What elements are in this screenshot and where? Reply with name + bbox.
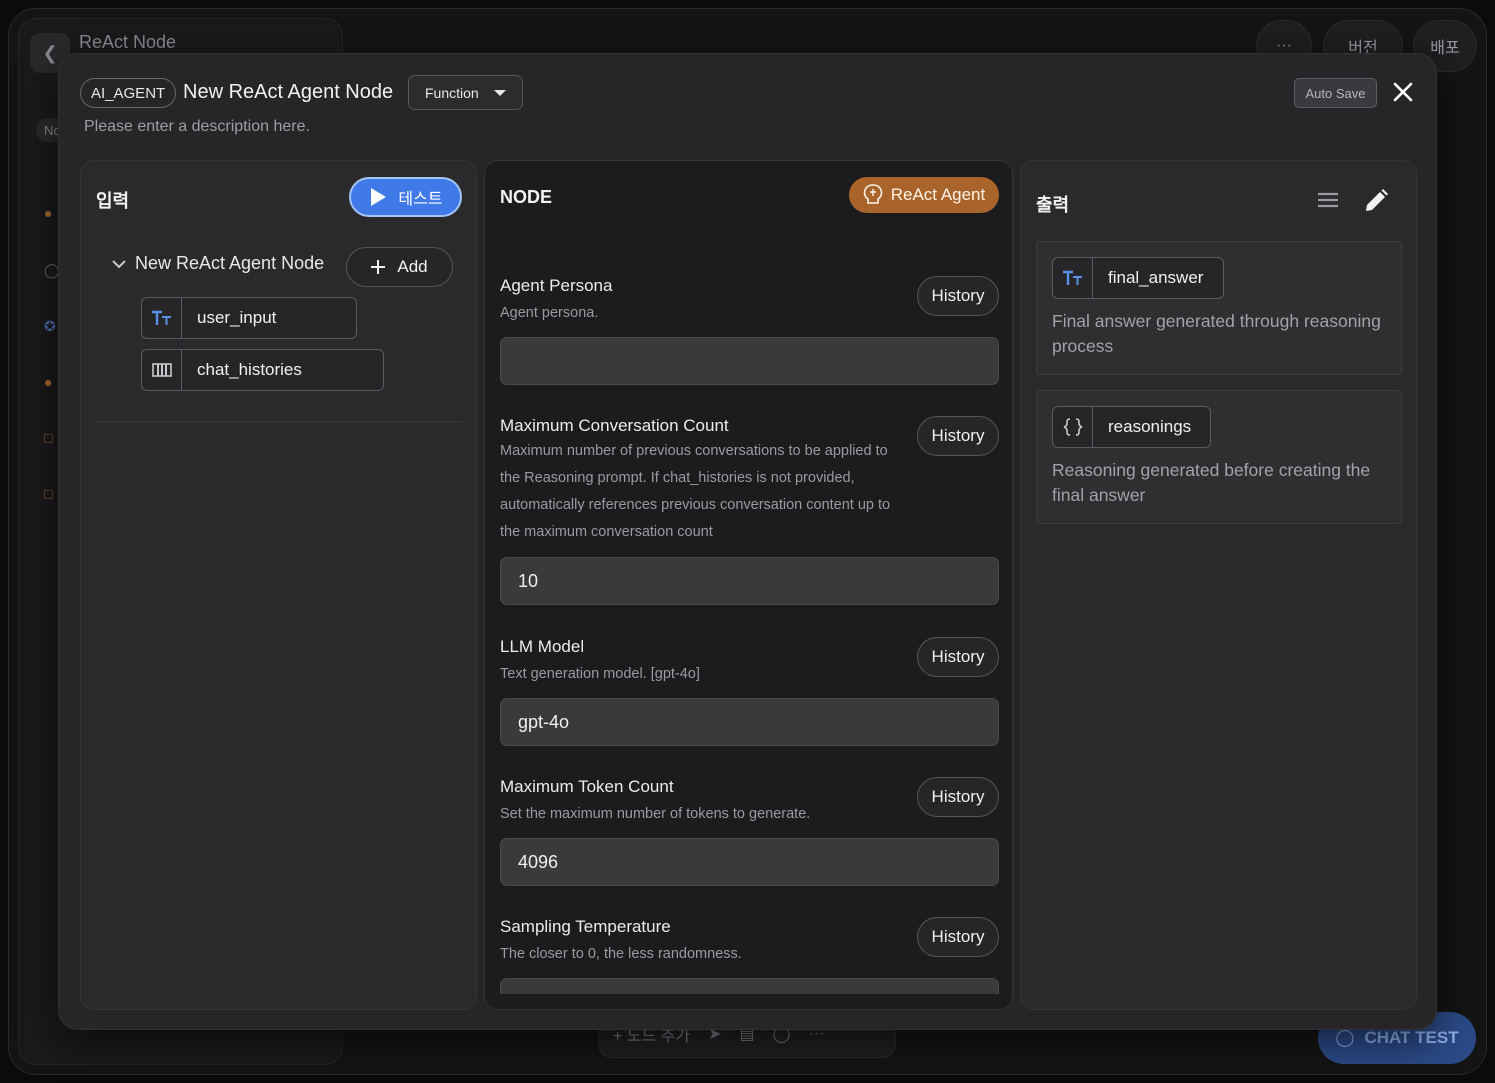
field-llm-model: LLM Model Text generation model. [gpt-4o… [500,637,999,747]
edit-button[interactable] [1363,188,1391,216]
variable-name: reasonings [1108,417,1192,436]
add-button-label: Add [397,257,428,276]
function-select-value: Function [425,84,479,101]
close-button[interactable] [1387,76,1419,108]
add-button[interactable]: Add [346,247,453,287]
plus-icon [371,260,386,274]
field-description: The closer to 0, the less randomness. [500,946,742,962]
input-panel: 입력 테스트 New ReAct Agent Node Add user_inp… [80,160,477,1010]
output-description: Final answer generated through reasoning… [1052,311,1381,356]
variable-name: user_input [197,308,277,327]
brain-bulb-icon [863,184,883,204]
background-title: ReAct Node [79,32,177,52]
history-button[interactable]: History [917,637,999,677]
output-variable-reasonings[interactable]: reasonings [1052,406,1211,448]
variable-name: chat_histories [197,360,302,379]
field-agent-persona: Agent Persona Agent persona. History [500,276,999,386]
output-variable-final-answer[interactable]: final_answer [1052,257,1224,299]
node-panel: NODE ReAct Agent Agent Persona Agent per… [484,160,1013,1010]
array-icon [142,350,182,390]
object-braces-icon [1053,407,1093,447]
input-variable-chat-histories[interactable]: chat_histories [141,349,384,391]
output-heading: 출력 [1036,195,1070,215]
react-agent-badge: ReAct Agent [849,177,999,213]
modal-title[interactable]: New ReAct Agent Node [183,81,393,104]
chat-icon: ◯ [1335,1028,1355,1047]
agent-persona-input[interactable] [500,337,999,385]
history-button[interactable]: History [917,276,999,316]
test-button-label: 테스트 [398,191,443,208]
input-heading: 입력 [96,191,130,211]
output-card-final-answer[interactable]: final_answer Final answer generated thro… [1036,241,1402,375]
modal-description[interactable]: Please enter a description here. [84,118,310,136]
pencil-icon [1366,189,1388,211]
react-agent-badge-label: ReAct Agent [890,185,986,204]
chevron-left-icon: ❮ [42,42,58,63]
scroll-mask [485,994,1012,1009]
list-view-button[interactable] [1317,191,1341,215]
node-editor-modal: AI_AGENT New ReAct Agent Node Function P… [58,53,1437,1030]
tree-node-label: New ReAct Agent Node [135,253,325,273]
auto-save-button[interactable]: Auto Save [1294,78,1377,108]
function-select[interactable]: Function [408,75,523,110]
test-button[interactable]: 테스트 [349,177,462,217]
menu-icon [1318,192,1338,208]
field-description: Agent persona. [500,305,599,321]
chevron-down-icon [112,259,126,268]
max-token-count-input[interactable]: 4096 [500,838,999,886]
field-description: Set the maximum number of tokens to gene… [500,806,811,822]
tree-node-row[interactable]: New ReAct Agent Node [111,253,324,274]
history-button[interactable]: History [917,917,999,957]
input-variable-user-input[interactable]: user_input [141,297,357,339]
caret-down-icon [494,89,506,96]
output-description: Reasoning generated before creating the … [1052,460,1371,505]
node-type-tag: AI_AGENT [80,78,177,108]
text-type-icon [1053,258,1093,298]
field-maximum-conversation-count: Maximum Conversation Count Maximum numbe… [500,416,999,606]
max-conversation-count-input[interactable]: 10 [500,557,999,605]
output-card-reasonings[interactable]: reasonings Reasoning generated before cr… [1036,390,1402,524]
node-heading: NODE [500,187,553,207]
output-panel: 출력 final_answer Final answer generated t… [1020,160,1417,1010]
history-button[interactable]: History [917,777,999,817]
llm-model-input[interactable]: gpt-4o [500,698,999,746]
chat-test-label: CHAT TEST [1364,1028,1459,1047]
variable-name: final_answer [1108,268,1204,287]
field-description: Maximum number of previous conversations… [500,443,891,540]
input-divider [97,421,462,422]
text-type-icon [142,298,182,338]
play-icon [371,188,387,206]
close-icon [1393,82,1413,102]
history-button[interactable]: History [917,416,999,456]
field-maximum-token-count: Maximum Token Count Set the maximum numb… [500,777,999,887]
field-description: Text generation model. [gpt-4o] [500,666,700,682]
